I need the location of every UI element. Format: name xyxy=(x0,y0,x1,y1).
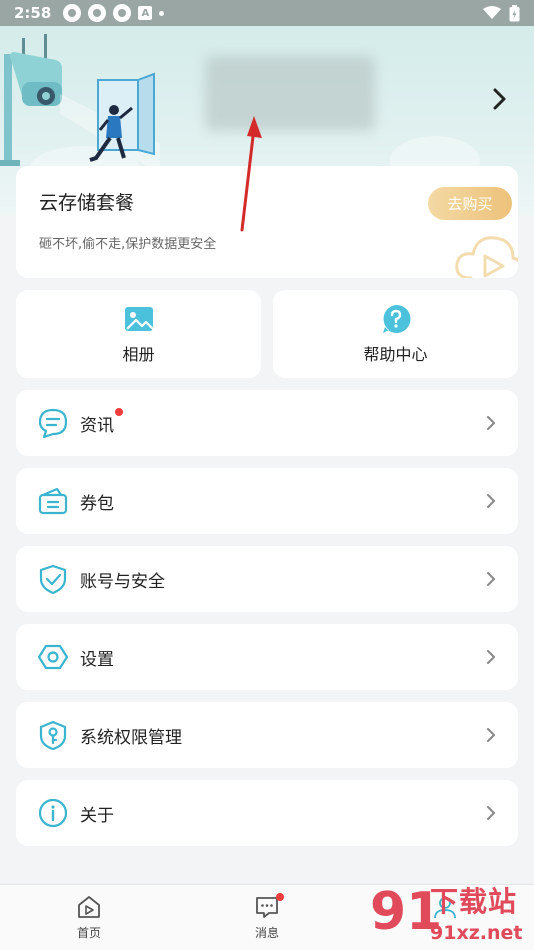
status-notification-icons: A xyxy=(63,4,165,22)
coupons-label: 券包 xyxy=(80,493,114,514)
wifi-icon xyxy=(483,6,501,19)
nav-home[interactable]: 首页 xyxy=(0,885,178,950)
permissions-label: 系统权限管理 xyxy=(80,727,182,748)
status-time: 2:58 xyxy=(14,4,52,22)
cloud-storage-card[interactable]: 云存储套餐 砸不坏,偷不走,保护数据更安全 去购买 xyxy=(16,166,518,278)
cloud-storage-title: 云存储套餐 xyxy=(39,192,135,214)
chevron-right-icon xyxy=(487,572,495,586)
chevron-right-icon[interactable] xyxy=(486,86,512,112)
more-notifications-icon xyxy=(159,10,165,16)
app-notification-icon xyxy=(63,4,82,22)
album-tile[interactable]: 相册 xyxy=(16,290,261,378)
menu-row-settings[interactable]: 设置 xyxy=(16,624,518,690)
app-notification-icon xyxy=(113,4,132,22)
chevron-right-icon xyxy=(487,416,495,430)
about-label: 关于 xyxy=(80,805,114,826)
nav-messages[interactable]: 消息 xyxy=(178,885,356,950)
status-system-icons xyxy=(483,4,520,22)
news-label: 资讯 xyxy=(80,407,123,436)
shield-check-icon xyxy=(39,564,67,595)
chevron-right-icon xyxy=(487,806,495,820)
info-icon xyxy=(38,798,68,828)
menu-row-account-security[interactable]: 账号与安全 xyxy=(16,546,518,612)
menu-row-about[interactable]: 关于 xyxy=(16,780,518,846)
key-lock-icon xyxy=(39,720,67,751)
nav-messages-label: 消息 xyxy=(254,926,279,940)
image-icon xyxy=(124,307,154,331)
security-camera-illustration xyxy=(0,34,160,170)
wallet-icon xyxy=(38,487,68,515)
site-watermark-logo: 91 下载站 91xz.net xyxy=(366,880,534,950)
chevron-right-icon xyxy=(487,650,495,664)
album-label: 相册 xyxy=(122,345,155,364)
question-icon xyxy=(382,304,410,333)
watermark-title: 下载站 xyxy=(430,885,518,918)
help-center-tile[interactable]: 帮助中心 xyxy=(273,290,518,378)
home-icon xyxy=(78,896,100,918)
hexagon-gear-icon xyxy=(37,644,69,670)
menu-row-coupons[interactable]: 券包 xyxy=(16,468,518,534)
watermark-url: 91xz.net xyxy=(430,922,523,944)
app-notification-icon xyxy=(88,4,107,22)
chat-bubble-icon xyxy=(38,408,68,439)
cloud-storage-subtitle: 砸不坏,偷不走,保护数据更安全 xyxy=(39,237,217,252)
chevron-right-icon xyxy=(487,494,495,508)
a-notification-icon: A xyxy=(138,6,153,20)
blurred-username xyxy=(205,56,375,131)
battery-icon xyxy=(509,4,520,21)
news-label-text: 资讯 xyxy=(80,415,114,436)
buy-button[interactable]: 去购买 xyxy=(428,187,512,220)
menu-row-news[interactable]: 资讯 xyxy=(16,390,518,456)
unread-badge xyxy=(115,407,123,416)
chevron-right-icon xyxy=(487,728,495,742)
menu-row-permissions[interactable]: 系统权限管理 xyxy=(16,702,518,768)
nav-home-label: 首页 xyxy=(76,926,101,940)
help-center-label: 帮助中心 xyxy=(363,345,428,364)
settings-label: 设置 xyxy=(80,649,114,670)
cloud-play-icon xyxy=(455,236,518,278)
messages-badge xyxy=(276,893,284,901)
account-security-label: 账号与安全 xyxy=(80,571,165,592)
status-bar: 2:58 A xyxy=(0,0,534,26)
